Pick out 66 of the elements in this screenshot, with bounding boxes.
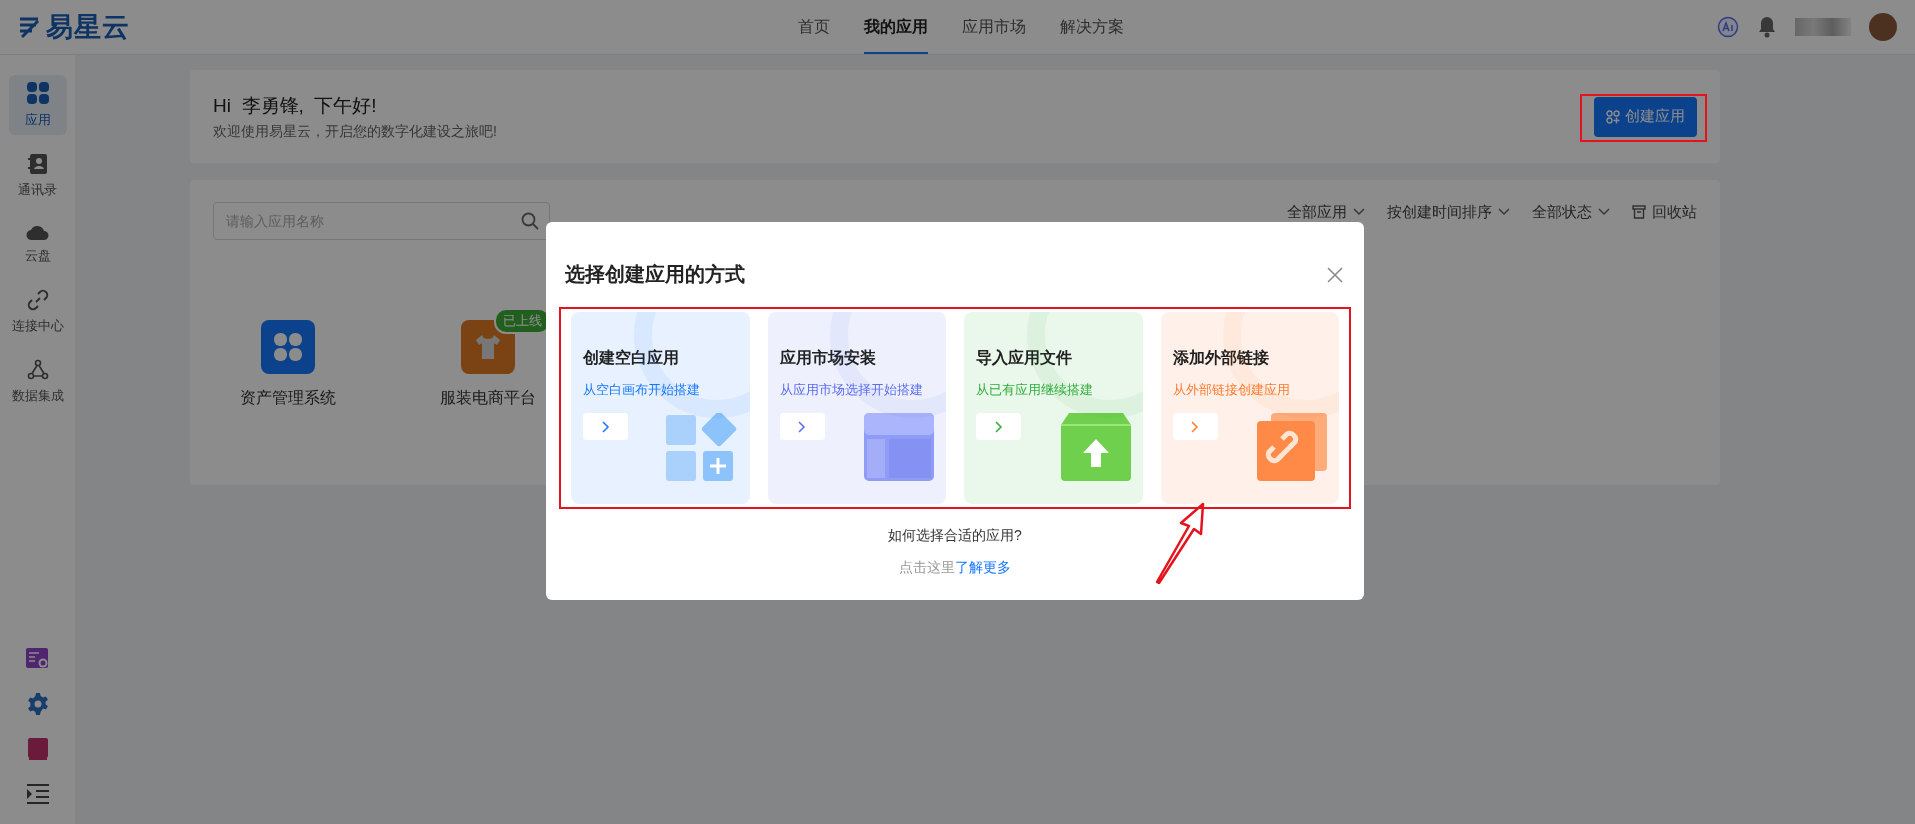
settings-icon[interactable]: [25, 692, 50, 716]
app-name: 资产管理系统: [240, 388, 336, 408]
sidebar-item[interactable]: 应用: [8, 75, 67, 135]
window-settings-icon[interactable]: [25, 648, 50, 670]
option-title: 应用市场安装: [779, 348, 877, 368]
chevron-icon: [1191, 420, 1199, 433]
sidebar-item[interactable]: 连接中心: [0, 283, 75, 341]
learn-more-link[interactable]: 了解更多: [955, 559, 1011, 575]
nav-tab[interactable]: 首页: [798, 0, 830, 54]
indent-icon[interactable]: [26, 784, 49, 804]
grid-icon: [25, 81, 50, 105]
dialog-title: 选择创建应用的方式: [565, 262, 745, 287]
greeting-subtitle: 欢迎使用易星云，开启您的数字化建设之旅吧!: [213, 122, 497, 141]
option-title: 创建空白应用: [583, 348, 680, 368]
logo-icon: [18, 15, 42, 39]
recycle-bin-link[interactable]: 回收站: [1632, 202, 1697, 222]
avatar[interactable]: [1869, 13, 1897, 41]
contacts-icon: [26, 153, 49, 175]
next-button[interactable]: [583, 413, 628, 440]
option-title: 导入应用文件: [976, 348, 1073, 368]
nav-tab[interactable]: 应用市场: [962, 0, 1026, 54]
filter-dropdown[interactable]: 按创建时间排序: [1387, 202, 1510, 222]
nav-tab[interactable]: 我的应用: [864, 0, 928, 54]
chevron-icon: [994, 420, 1003, 433]
option-subtitle: 从应用市场选择开始搭建: [779, 381, 924, 399]
chevron-down-icon: [1498, 208, 1510, 216]
app-tile[interactable]: 资产管理系统: [213, 320, 363, 409]
apps-icon: [1606, 109, 1620, 124]
option-subtitle: 从已有应用继续搭建: [976, 381, 1094, 399]
book-icon[interactable]: [27, 738, 48, 762]
layout-icon: [864, 413, 934, 481]
next-button[interactable]: [779, 413, 825, 440]
close-button[interactable]: [1325, 264, 1345, 285]
chevron-down-icon: [1598, 208, 1610, 216]
app-name: 服装电商平台: [440, 388, 536, 408]
filter-dropdown[interactable]: 全部应用: [1287, 202, 1365, 222]
option-subtitle: 从空白画布开始搭建: [583, 381, 701, 399]
trash-icon: [1632, 205, 1646, 219]
cloud-icon: [25, 223, 50, 241]
filter-dropdown[interactable]: 全部状态: [1532, 202, 1610, 222]
close-icon: [1327, 266, 1343, 283]
logo-text: 易星云: [46, 11, 130, 44]
sidebar-item[interactable]: 云盘: [0, 217, 75, 271]
next-button[interactable]: [976, 413, 1021, 440]
greeting-title: Hi 李勇锋, 下午好!: [213, 93, 378, 118]
create-app-button[interactable]: 创建应用: [1594, 96, 1697, 137]
upload-box-icon: [1060, 413, 1131, 481]
link-icon: [26, 289, 49, 311]
chevron-down-icon: [1353, 208, 1365, 216]
nav-tab[interactable]: 解决方案: [1060, 0, 1124, 54]
bell-icon[interactable]: [1757, 16, 1777, 38]
nodes-icon: [26, 359, 49, 381]
option-title: 添加外部链接: [1172, 348, 1270, 368]
chevron-icon: [601, 420, 610, 433]
sidebar-item[interactable]: 数据集成: [0, 353, 75, 411]
option-subtitle: 从外部链接创建应用: [1172, 381, 1291, 399]
search-icon[interactable]: [521, 212, 539, 230]
help-text: 点击这里: [899, 559, 955, 575]
ai-icon[interactable]: [1717, 16, 1739, 38]
chain-link-icon: [1257, 413, 1327, 481]
clover-icon: [274, 333, 302, 361]
sidebar-item[interactable]: 通讯录: [0, 147, 75, 205]
chevron-icon: [798, 420, 806, 433]
redacted-name: [1795, 18, 1851, 36]
help-question: 如何选择合适的应用?: [888, 527, 1022, 545]
shirt-icon: [474, 333, 502, 361]
